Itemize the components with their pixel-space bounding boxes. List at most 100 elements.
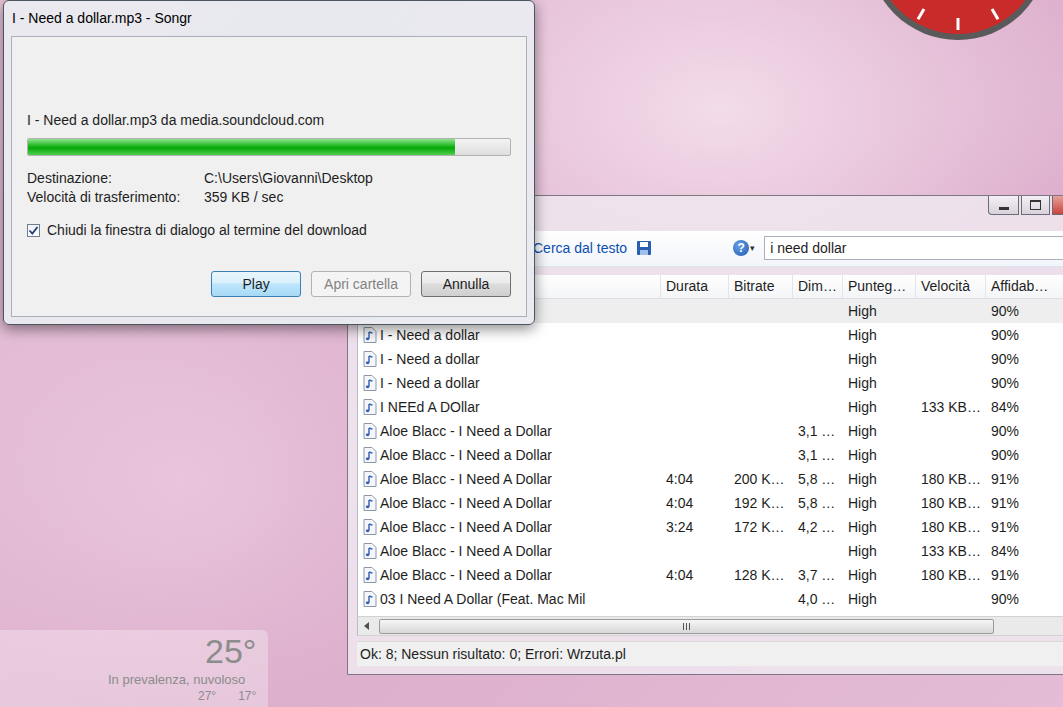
music-file-icon: [363, 399, 377, 415]
table-cell: High: [843, 351, 916, 367]
table-cell: 4,0 …: [793, 591, 843, 607]
table-cell: High: [843, 399, 916, 415]
table-cell: 90%: [986, 423, 1063, 439]
table-cell: I NEEd A DOllar: [358, 399, 661, 415]
dialog-button[interactable]: Annulla: [421, 271, 511, 297]
table-cell: 128 K…: [729, 567, 793, 583]
table-cell: 192 K…: [729, 495, 793, 511]
column-header[interactable]: Dim…: [793, 275, 843, 298]
table-cell: 91%: [986, 471, 1063, 487]
desktop: 25°In prevalenza, nuvoloso27°17°Cerca da…: [0, 0, 1063, 707]
table-row[interactable]: Aloe Blacc - I Need A Dollar4:04192 K…5,…: [358, 491, 1063, 515]
table-cell: High: [843, 567, 916, 583]
table-cell: High: [843, 591, 916, 607]
table-row[interactable]: Aloe Blacc - I Need a Dollar4:04128 K…3,…: [358, 563, 1063, 587]
music-file-icon: [363, 519, 377, 535]
table-cell: 91%: [986, 519, 1063, 535]
floppy-disk-icon[interactable]: [636, 240, 652, 256]
maximize-icon[interactable]: [1021, 196, 1050, 215]
table-row[interactable]: I - Need a dollar High 90%: [358, 371, 1063, 395]
music-file-icon: [363, 447, 377, 463]
column-header[interactable]: Punteg…: [843, 275, 916, 298]
dialog-title: I - Need a dollar.mp3 - Songr: [4, 1, 534, 36]
music-file-icon: [363, 495, 377, 511]
table-cell: High: [843, 495, 916, 511]
table-row[interactable]: I NEEd A DOllarHigh133 KB…84%: [358, 395, 1063, 419]
table-row[interactable]: Aloe Blacc - I Need A Dollar3:24172 K…4,…: [358, 515, 1063, 539]
table-cell: 84%: [986, 543, 1063, 559]
table-cell: 4,2 …: [793, 519, 843, 535]
table-row[interactable]: I - Need a dollar High 90%: [358, 323, 1063, 347]
progress-bar: [27, 138, 511, 156]
table-cell: 90%: [986, 375, 1063, 391]
table-cell: 180 KB…: [916, 495, 986, 511]
table-cell: Aloe Blacc - I Need a Dollar: [358, 423, 661, 439]
field-label: Velocità di trasferimento:: [27, 188, 204, 206]
minimize-icon[interactable]: [988, 196, 1019, 215]
table-cell: High: [843, 471, 916, 487]
search-field[interactable]: i need dollar: [764, 236, 1063, 260]
table-row[interactable]: Aloe Blacc - I Need a Dollar3,1 …High90%: [358, 419, 1063, 443]
table-cell: 90%: [986, 447, 1063, 463]
close-on-finish-checkbox[interactable]: Chiudi la finestra di dialogo al termine…: [27, 221, 511, 239]
music-file-icon: [363, 567, 377, 583]
field-label: Destinazione:: [27, 169, 204, 187]
table-cell: 91%: [986, 495, 1063, 511]
column-header[interactable]: Velocità: [916, 275, 986, 298]
table-row[interactable]: Aloe Blacc - I Need A Dollar4:04200 K…5,…: [358, 467, 1063, 491]
table-cell: High: [843, 375, 916, 391]
download-dialog: I - Need a dollar.mp3 - Songr I - Need a …: [3, 0, 535, 325]
music-file-icon: [363, 543, 377, 559]
scroll-left-icon[interactable]: [358, 617, 376, 635]
field-value: 359 KB / sec: [204, 188, 511, 206]
table-cell: 4:04: [661, 471, 729, 487]
column-header[interactable]: Bitrate: [729, 275, 793, 298]
table-cell: 180 KB…: [916, 567, 986, 583]
column-header[interactable]: Durata: [661, 275, 729, 298]
checkbox-label: Chiudi la finestra di dialogo al termine…: [47, 221, 367, 239]
table-cell: High: [843, 543, 916, 559]
table-row[interactable]: 03 I Need A Dollar (Feat. Mac Mil4,0 …Hi…: [358, 587, 1063, 611]
table-row[interactable]: I - Need a dollarHigh90%: [358, 347, 1063, 371]
table-cell: Aloe Blacc - I Need a Dollar: [358, 447, 661, 463]
dialog-button: Apri cartella: [311, 271, 411, 297]
table-cell: 180 KB…: [916, 519, 986, 535]
dialog-button[interactable]: Play: [211, 271, 301, 297]
table-cell: 3:24: [661, 519, 729, 535]
download-source: I - Need a dollar.mp3 da media.soundclou…: [27, 111, 511, 129]
music-file-icon: [363, 351, 377, 367]
checkbox-box[interactable]: [27, 224, 40, 237]
table-cell: Aloe Blacc - I Need A Dollar: [358, 471, 661, 487]
table-cell: 91%: [986, 567, 1063, 583]
table-cell: Aloe Blacc - I Need A Dollar: [358, 495, 661, 511]
question-mark-icon: ?: [733, 240, 749, 256]
table-cell: High: [843, 327, 916, 343]
table-row[interactable]: Aloe Blacc - I Need a Dollar3,1 …High90%: [358, 443, 1063, 467]
field-value: C:\Users\Giovanni\Desktop: [204, 169, 511, 187]
table-row[interactable]: Aloe Blacc - I Need A DollarHigh133 KB…8…: [358, 539, 1063, 563]
horizontal-scrollbar[interactable]: [357, 616, 1063, 636]
weather-temperature: 25°: [205, 632, 256, 671]
table-cell: High: [843, 447, 916, 463]
close-icon[interactable]: [1052, 196, 1063, 215]
music-file-icon: [363, 375, 377, 391]
clock-gadget-icon: [866, 0, 1050, 42]
table-cell: 5,8 …: [793, 495, 843, 511]
music-file-icon: [363, 471, 377, 487]
dialog-body: I - Need a dollar.mp3 da media.soundclou…: [11, 36, 527, 317]
scroll-thumb[interactable]: [379, 619, 994, 634]
table-cell: 5,8 …: [793, 471, 843, 487]
table-cell: 84%: [986, 399, 1063, 415]
table-cell: High: [843, 303, 916, 319]
column-header[interactable]: Affidab…: [986, 275, 1063, 298]
table-cell: 90%: [986, 327, 1063, 343]
search-by-text-button[interactable]: Cerca dal testo: [533, 240, 627, 256]
table-cell: 3,1 …: [793, 423, 843, 439]
table-cell: 4:04: [661, 495, 729, 511]
help-button[interactable]: ?▾: [733, 240, 755, 256]
weather-condition: In prevalenza, nuvoloso: [108, 672, 245, 687]
table-cell: I - Need a dollar: [358, 375, 661, 391]
weather-low: 17°: [238, 689, 256, 703]
table-cell: I - Need a dollar: [358, 327, 661, 343]
table-cell: 90%: [986, 303, 1063, 319]
